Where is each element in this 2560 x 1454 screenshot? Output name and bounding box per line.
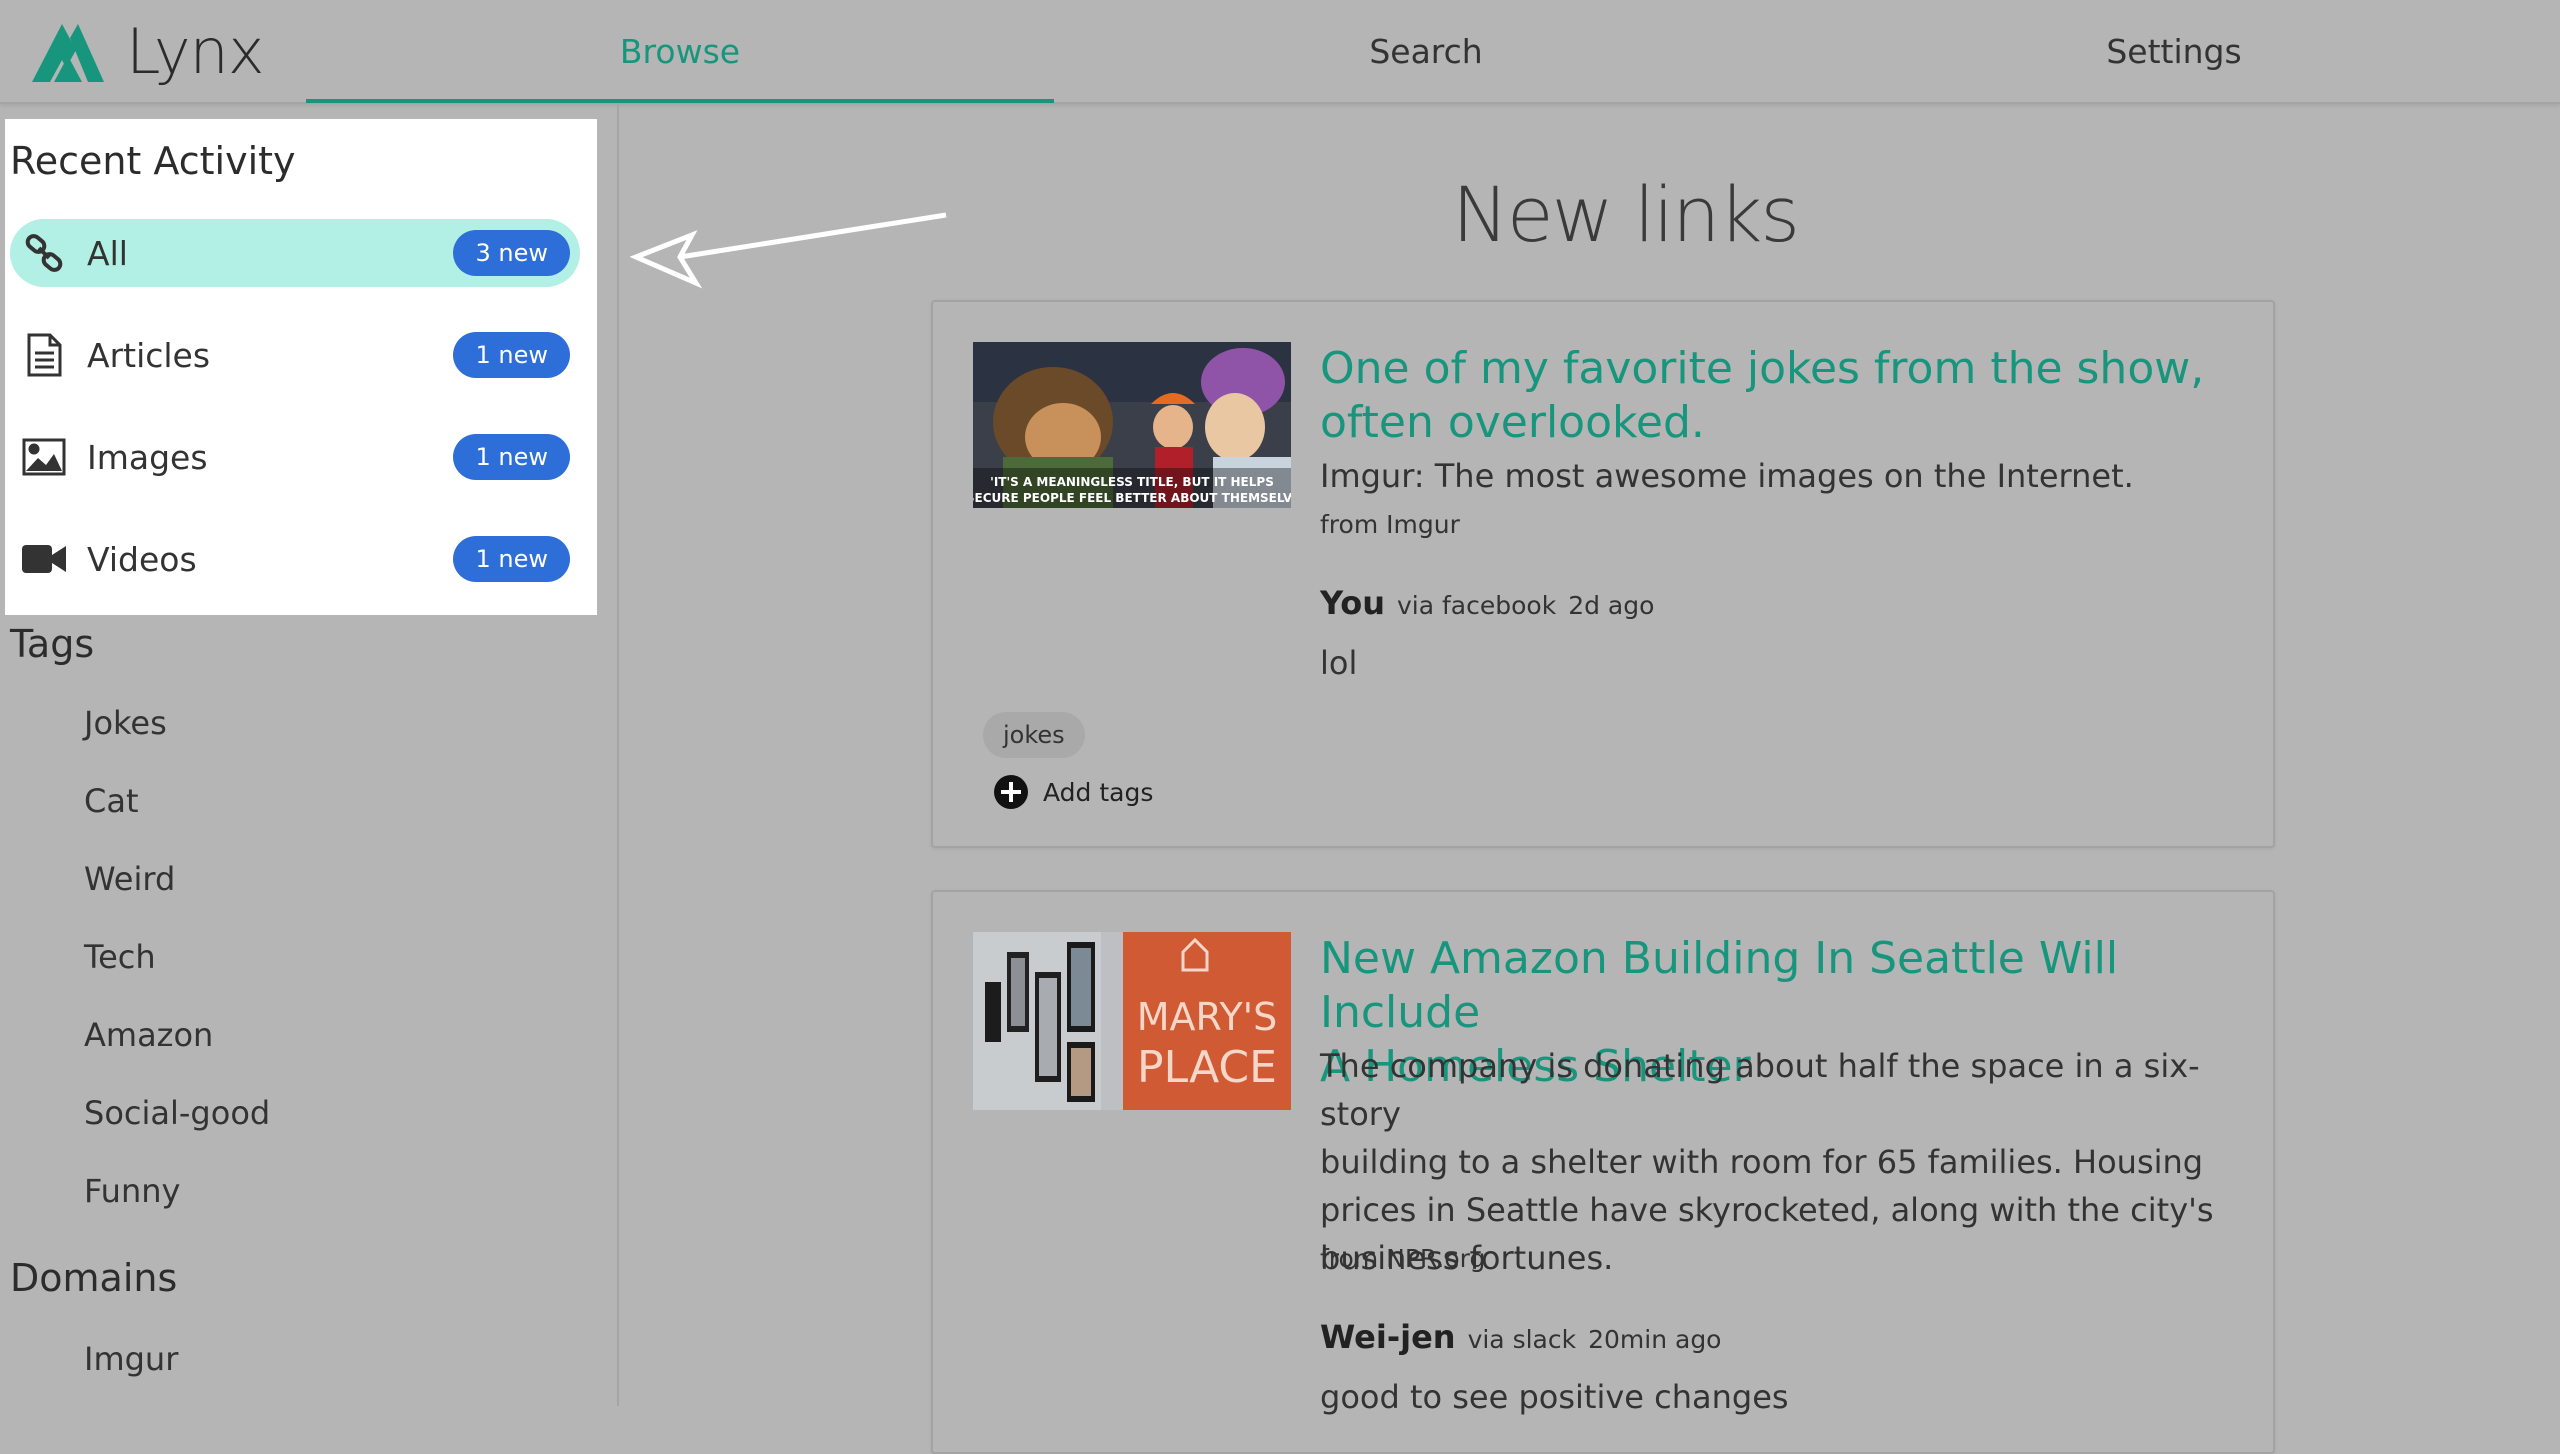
share-info: You via facebook 2d ago	[1320, 584, 1654, 622]
link-icon	[22, 231, 66, 275]
activity-item-videos[interactable]: Videos 1 new	[10, 525, 580, 593]
lynx-logo-icon	[32, 24, 104, 82]
activity-item-all[interactable]: All 3 new	[10, 219, 580, 287]
activity-label: All	[87, 233, 128, 273]
link-source: from Imgur	[1320, 510, 1460, 539]
recent-activity-panel: Recent Activity All 3 new Articles 1 new…	[5, 119, 597, 615]
recent-activity-title: Recent Activity	[10, 139, 296, 183]
plus-circle-icon	[994, 775, 1028, 809]
new-count-badge: 3 new	[453, 230, 570, 276]
tab-settings[interactable]: Settings	[1800, 0, 2548, 102]
link-source: from NPR.org	[1320, 1244, 1486, 1273]
sharer-name[interactable]: Wei-jen	[1320, 1318, 1456, 1356]
image-icon	[22, 435, 66, 479]
tab-browse[interactable]: Browse	[306, 0, 1054, 102]
add-tags-button[interactable]: Add tags	[993, 774, 1153, 810]
share-comment: good to see positive changes	[1320, 1378, 1789, 1416]
sidebar-tag-item[interactable]: Social-good	[84, 1094, 270, 1132]
link-title[interactable]: One of my favorite jokes from the show, …	[1320, 342, 2204, 450]
app-brand: Lynx	[126, 15, 265, 88]
thumbnail-sign-text: PLACE	[1137, 1042, 1277, 1093]
share-time: 2d ago	[1568, 591, 1655, 620]
tags-section-title: Tags	[10, 622, 95, 666]
sidebar-tag-item[interactable]: Cat	[84, 782, 139, 820]
activity-label: Videos	[87, 539, 197, 579]
tab-search[interactable]: Search	[1052, 0, 1800, 102]
new-count-badge: 1 new	[453, 536, 570, 582]
activity-label: Images	[87, 437, 208, 477]
share-comment: lol	[1320, 644, 1358, 682]
sidebar-tag-item[interactable]: Tech	[84, 938, 156, 976]
activity-item-articles[interactable]: Articles 1 new	[10, 321, 580, 389]
annotation-arrow-icon	[630, 212, 947, 289]
sharer-name[interactable]: You	[1320, 584, 1385, 622]
new-count-badge: 1 new	[453, 332, 570, 378]
active-tab-indicator	[306, 99, 1054, 103]
thumbnail-caption: 'IT'S A MEANINGLESS TITLE, BUT IT HELPS	[990, 475, 1274, 489]
new-count-badge: 1 new	[453, 434, 570, 480]
link-thumbnail[interactable]: MARY'S PLACE	[973, 932, 1291, 1110]
sidebar-tag-item[interactable]: Jokes	[84, 704, 167, 742]
domains-section-title: Domains	[10, 1256, 178, 1300]
sidebar-tag-item[interactable]: Funny	[84, 1172, 180, 1210]
thumbnail-caption: INSECURE PEOPLE FEEL BETTER ABOUT THEMSE…	[973, 491, 1291, 505]
top-nav-bar: Lynx Browse Search Settings	[0, 0, 2560, 104]
activity-label: Articles	[87, 335, 211, 375]
sidebar-domain-item[interactable]: Imgur	[84, 1340, 178, 1378]
thumbnail-sign-text: MARY'S	[1137, 995, 1278, 1039]
sidebar: Recent Activity All 3 new Articles 1 new…	[0, 104, 619, 1406]
page-title: New links	[1452, 170, 1800, 259]
share-info: Wei-jen via slack 20min ago	[1320, 1318, 1721, 1356]
link-card: MARY'S PLACE New Amazon Building In Seat…	[931, 890, 2275, 1454]
share-via: via facebook	[1397, 591, 1557, 620]
share-via: via slack	[1467, 1325, 1577, 1354]
sidebar-tag-item[interactable]: Weird	[84, 860, 175, 898]
link-card: 'IT'S A MEANINGLESS TITLE, BUT IT HELPS …	[931, 300, 2275, 848]
document-icon	[22, 333, 66, 377]
activity-item-images[interactable]: Images 1 new	[10, 423, 580, 491]
tag-chip[interactable]: jokes	[983, 712, 1085, 758]
sidebar-tag-item[interactable]: Amazon	[84, 1016, 213, 1054]
link-thumbnail[interactable]: 'IT'S A MEANINGLESS TITLE, BUT IT HELPS …	[973, 342, 1291, 508]
link-description: Imgur: The most awesome images on the In…	[1320, 457, 2134, 495]
video-camera-icon	[22, 537, 66, 581]
add-tags-label: Add tags	[1043, 777, 1154, 807]
share-time: 20min ago	[1588, 1325, 1722, 1354]
